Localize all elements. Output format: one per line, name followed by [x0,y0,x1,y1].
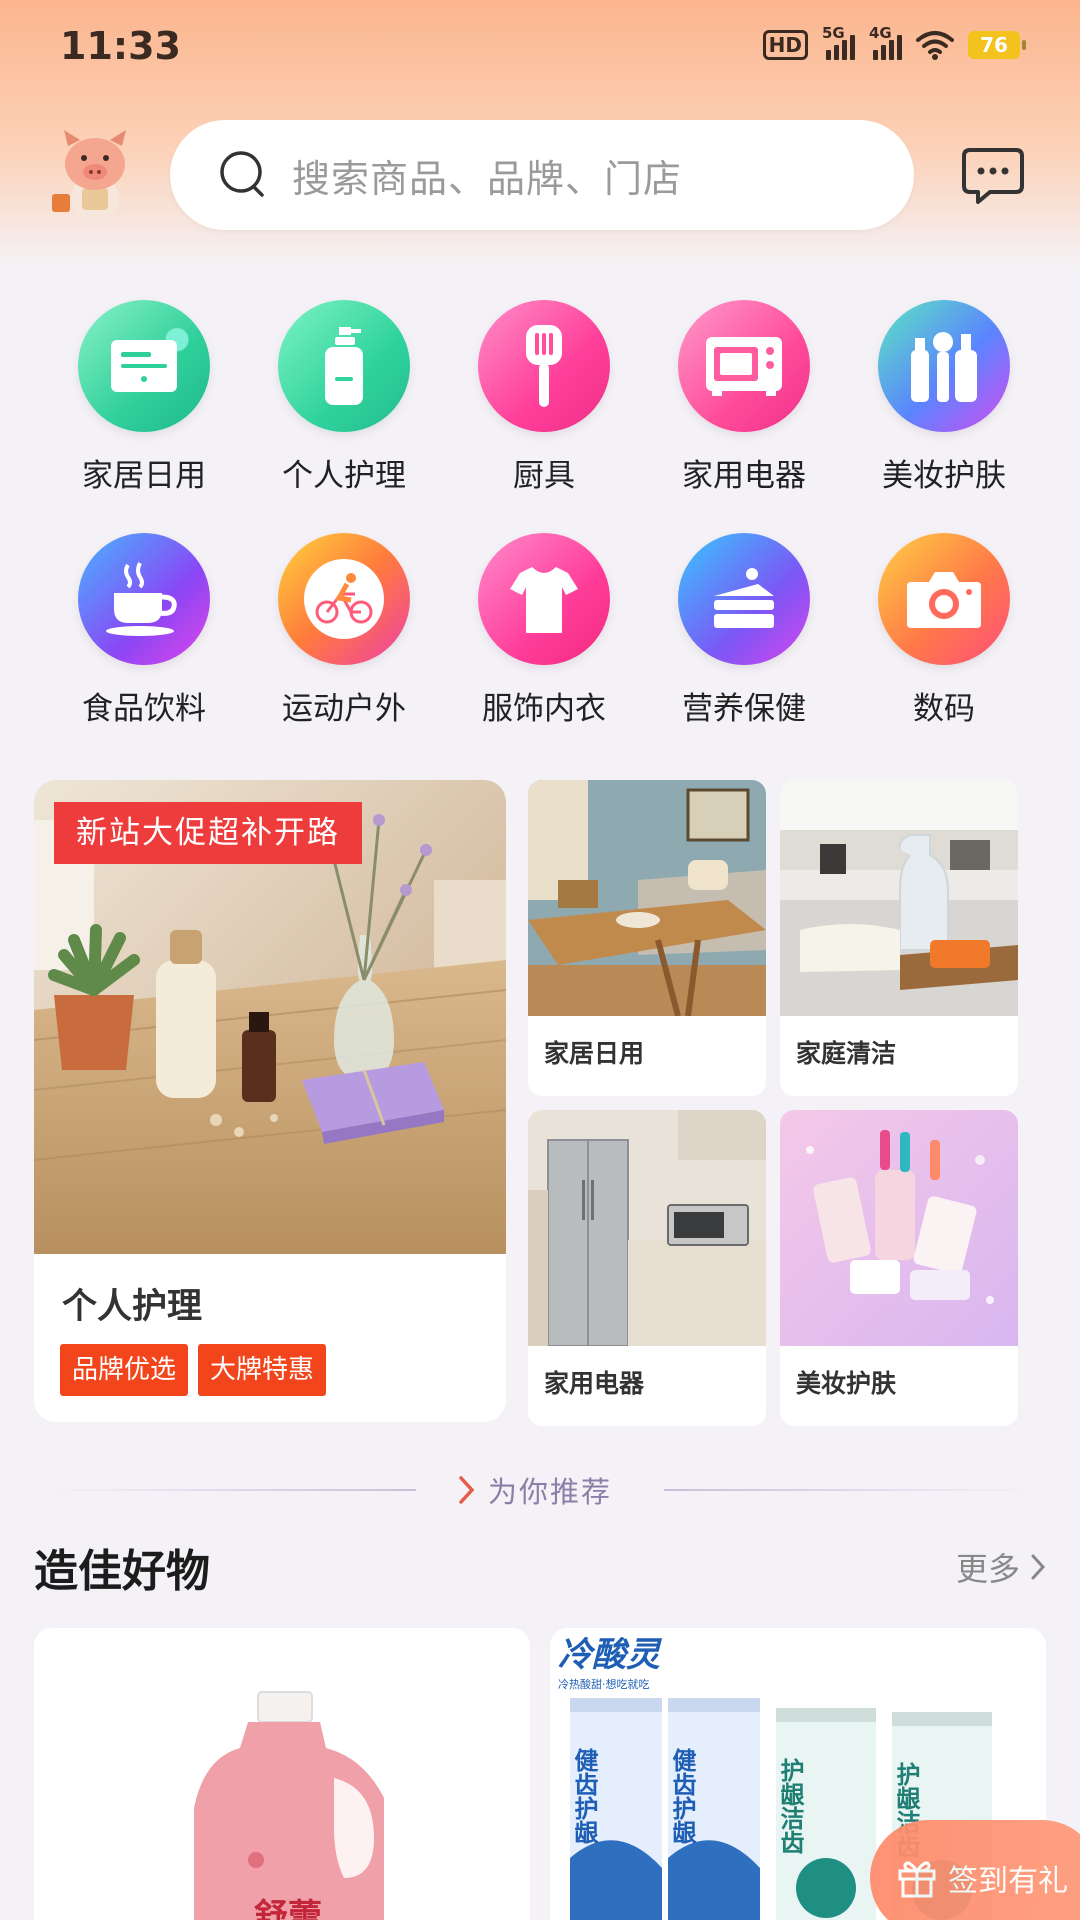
promo-ribbon: 新站大促超补开路 [54,802,362,864]
svg-text:护龈洁齿: 护龈洁齿 [776,1758,804,1854]
chevron-right-icon [1031,1554,1046,1580]
chat-bubble-icon[interactable] [960,144,1026,210]
cake-icon [678,533,810,665]
recommend-label: 为你推荐 [488,1475,613,1509]
more-label: 更多 [955,1550,1020,1588]
status-bar: 11:33 HD 5G 4G 76 [0,0,1080,100]
svg-text:健齿护龈: 健齿护龈 [668,1748,696,1845]
recommend-divider: 为你推荐 [0,1465,1080,1515]
signin-reward-button[interactable]: 签到有礼 [870,1820,1080,1920]
promo-title: 个人护理 [62,1287,203,1327]
svg-text:健齿护龈: 健齿护龈 [570,1748,598,1845]
product-brand-text: 舒蕾 [254,1897,322,1920]
category-item-sports[interactable]: 运动户外 [244,533,444,728]
coffee-cup-icon [78,533,210,665]
tile-beauty-image [780,1110,1018,1346]
signal-4g-icon: 4G [869,24,902,60]
status-indicators: HD 5G 4G 76 [762,24,1026,60]
category-item-appliances[interactable]: 家用电器 [644,300,844,495]
promo-tile-appliances[interactable]: 家用电器 [528,1110,766,1426]
cyclist-icon [278,533,410,665]
section-title: 造佳好物 [34,1546,210,1597]
category-item-food[interactable]: 食品饮料 [44,533,244,728]
more-link[interactable]: 更多 [956,1544,1046,1590]
spatula-icon [478,300,610,432]
category-item-personal-care[interactable]: 个人护理 [244,300,444,495]
camera-icon [878,533,1010,665]
category-item-nutrition[interactable]: 营养保健 [644,533,844,728]
category-item-beauty[interactable]: 美妆护肤 [844,300,1044,495]
product-detergent-image: 舒蕾 [34,1628,530,1920]
category-grid: 家居日用 个人护理 厨具 家用电器 美妆护肤 食品饮料 运动户外 服饰内衣 营养… [44,300,1044,728]
wifi-icon [916,31,954,60]
shirt-icon [478,533,610,665]
product-subtitle: 冷热酸甜·想吃就吃 [558,1677,650,1691]
product-brand-text: 冷酸灵 [558,1635,663,1675]
chevron-right-icon [459,1476,475,1504]
category-item-apparel[interactable]: 服饰内衣 [444,533,644,728]
hd-indicator: HD [762,30,808,60]
tag-big-brand-deal[interactable]: 大牌特惠 [198,1344,327,1396]
tag-brand-select[interactable]: 品牌优选 [60,1344,189,1396]
pig-mascot-icon[interactable] [50,126,140,226]
cosmetics-icon [878,300,1010,432]
product-card-detergent[interactable]: 舒蕾 [34,1628,530,1920]
category-item-digital[interactable]: 数码 [844,533,1044,728]
recommend-link[interactable]: 为你推荐 [458,1469,612,1511]
search-icon [220,151,264,197]
tile-appliances-image [528,1110,766,1347]
search-bar[interactable]: 搜索商品、品牌、门店 [170,120,914,230]
promo-tile-home[interactable]: 家居日用 [528,780,766,1096]
oven-icon [678,300,810,432]
battery-indicator: 76 [968,31,1026,59]
category-item-kitchenware[interactable]: 厨具 [444,300,644,495]
promo-tile-cleaning[interactable]: 家庭清洁 [780,780,1018,1096]
tile-home-image [528,780,766,1017]
bottle-icon [278,300,410,432]
search-placeholder: 搜索商品、品牌、门店 [292,156,683,201]
signin-label: 签到有礼 [948,1864,1068,1899]
promo-tags: 品牌优选 大牌特惠 [60,1344,327,1396]
status-time: 11:33 [60,24,181,68]
promo-personal-care-card[interactable]: 新站大促超补开路 个人护理 品牌优选 大牌特惠 [34,780,506,1422]
promo-tile-beauty[interactable]: 美妆护肤 [780,1110,1018,1426]
home-card-icon [78,300,210,432]
tile-cleaning-image [780,780,1018,1016]
category-item-home[interactable]: 家居日用 [44,300,244,495]
gift-icon [898,1861,936,1898]
signal-5g-icon: 5G [822,24,855,60]
